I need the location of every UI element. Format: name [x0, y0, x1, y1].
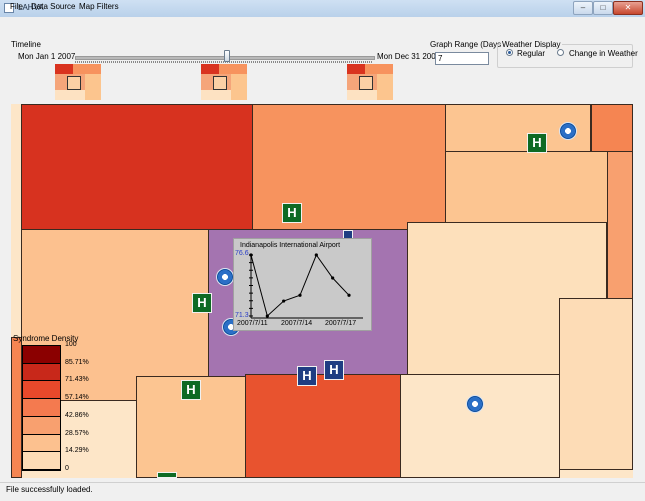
- timeline-start-date: Mon Jan 1 2007: [18, 52, 76, 61]
- graph-point: [298, 293, 302, 297]
- legend-label: 57.14%: [65, 394, 89, 402]
- graph-point: [249, 253, 253, 257]
- radio-change-in-weather[interactable]: [557, 49, 564, 56]
- graph-y-max-label: 76.6: [235, 250, 249, 257]
- legend-label: 14.29%: [65, 447, 89, 455]
- legend-swatch: [23, 363, 60, 382]
- legend-swatch: [23, 416, 60, 435]
- graph-range-input[interactable]: 7: [435, 52, 489, 65]
- radio-regular-label[interactable]: Regular: [517, 49, 545, 58]
- hospital-marker[interactable]: [157, 472, 177, 478]
- hospital-marker[interactable]: H: [324, 360, 344, 380]
- weather-graph-plot: [249, 253, 363, 319]
- radio-change-in-weather-label[interactable]: Change in Weather: [569, 49, 638, 58]
- graph-series-line: [250, 253, 350, 317]
- timeline-thumbnail-1[interactable]: [55, 64, 101, 100]
- timeline-slider-thumb[interactable]: [223, 50, 230, 62]
- graph-point: [282, 299, 286, 303]
- weather-station-icon[interactable]: [466, 395, 484, 413]
- map-region[interactable]: [591, 104, 633, 152]
- weather-station-icon[interactable]: [216, 268, 234, 286]
- status-text: File successfully loaded.: [6, 485, 93, 494]
- minimize-button[interactable]: –: [573, 1, 593, 15]
- hospital-marker[interactable]: H: [181, 380, 201, 400]
- hospital-marker[interactable]: H: [282, 203, 302, 223]
- legend-label: 28.57%: [65, 429, 89, 437]
- menu-file[interactable]: File: [10, 2, 23, 11]
- weather-display-label: Weather Display: [501, 40, 562, 49]
- legend-swatch: [23, 346, 60, 364]
- timeline-thumbnail-2[interactable]: [201, 64, 247, 100]
- timeline-end-date: Mon Dec 31 2007: [377, 52, 441, 61]
- menu-bar: [0, 17, 645, 31]
- menu-data-source[interactable]: Data Source: [31, 2, 75, 11]
- status-bar: [0, 482, 645, 501]
- graph-point: [314, 253, 318, 257]
- graph-x-label-2: 2007/7/14: [281, 320, 313, 327]
- legend-label: 71.43%: [65, 376, 89, 384]
- menu-map-filters[interactable]: Map Filters: [79, 2, 119, 11]
- weather-station-icon[interactable]: [559, 122, 577, 140]
- map-region[interactable]: [21, 104, 253, 230]
- graph-range-label: Graph Range (Days): [430, 40, 504, 49]
- map-region[interactable]: [607, 151, 633, 299]
- radio-regular[interactable]: [506, 49, 513, 56]
- close-button[interactable]: ✕: [613, 1, 643, 15]
- timeline-label: Timeline: [11, 40, 41, 49]
- legend-label: 42.86%: [65, 411, 89, 419]
- legend-label: 0: [65, 465, 69, 472]
- hospital-marker[interactable]: H: [527, 133, 547, 153]
- hospital-marker[interactable]: H: [297, 366, 317, 386]
- legend-label: 100: [65, 341, 77, 348]
- legend-swatch: [23, 381, 60, 400]
- graph-y-min-label: 71.3: [235, 312, 249, 319]
- graph-x-label-3: 2007/7/17: [325, 320, 357, 327]
- map-region[interactable]: [400, 374, 560, 478]
- legend-swatch: [23, 452, 60, 470]
- maximize-button[interactable]: □: [593, 1, 613, 15]
- hospital-marker[interactable]: H: [192, 293, 212, 313]
- graph-point: [347, 293, 351, 297]
- map-region[interactable]: [559, 298, 633, 470]
- graph-points: [249, 253, 351, 318]
- graph-point: [265, 314, 269, 318]
- legend-swatch: [23, 399, 60, 417]
- map-region[interactable]: [245, 374, 401, 478]
- map-region[interactable]: [11, 337, 22, 478]
- graph-point: [331, 276, 335, 280]
- legend-swatch: [23, 434, 60, 453]
- timeline-thumbnail-3[interactable]: [347, 64, 393, 100]
- legend-swatches: [22, 345, 61, 471]
- legend-label: 85.71%: [65, 358, 89, 366]
- map-region[interactable]: [445, 151, 633, 223]
- graph-x-label-1: 2007/7/11: [237, 320, 268, 327]
